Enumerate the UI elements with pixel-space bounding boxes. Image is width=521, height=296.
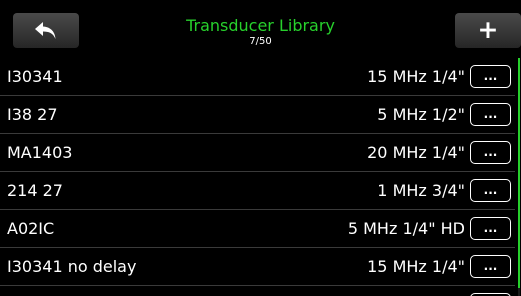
list-item[interactable]: MA1403 20 MHz 1/4" ... bbox=[0, 134, 515, 172]
list-item[interactable]: I30341 no delay 15 MHz 1/4" ... bbox=[0, 248, 515, 286]
transducer-library-screen: Transducer Library 7/50 + I30341 15 MHz … bbox=[0, 0, 521, 296]
add-transducer-button[interactable]: + bbox=[455, 13, 521, 48]
transducer-spec: 15 MHz 1/4" bbox=[367, 67, 465, 86]
scrollbar[interactable] bbox=[518, 58, 520, 296]
more-options-button[interactable]: ... bbox=[470, 141, 511, 164]
list-item[interactable]: I30341 15 MHz 1/4" ... bbox=[0, 58, 515, 96]
more-options-button[interactable]: ... bbox=[470, 255, 511, 278]
list-item[interactable]: 214 27 1 MHz 3/4" ... bbox=[0, 172, 515, 210]
transducer-list: I30341 15 MHz 1/4" ... I38 27 5 MHz 1/2"… bbox=[0, 58, 519, 286]
transducer-spec: 15 MHz 1/4" bbox=[367, 257, 465, 276]
transducer-name: 214 27 bbox=[7, 181, 63, 200]
ellipsis-icon: ... bbox=[483, 106, 498, 121]
plus-icon: + bbox=[477, 15, 499, 44]
more-options-button[interactable]: ... bbox=[470, 103, 511, 126]
more-options-button[interactable]: ... bbox=[470, 179, 511, 202]
header-bar: Transducer Library 7/50 + bbox=[0, 0, 521, 57]
ellipsis-icon: ... bbox=[483, 182, 498, 197]
ellipsis-icon: ... bbox=[483, 220, 498, 235]
more-options-button[interactable]: ... bbox=[470, 217, 511, 240]
ellipsis-icon: ... bbox=[483, 144, 498, 159]
transducer-name: I38 27 bbox=[7, 105, 58, 124]
ellipsis-icon: ... bbox=[483, 68, 498, 83]
list-item[interactable]: I38 27 5 MHz 1/2" ... bbox=[0, 96, 515, 134]
transducer-name: MA1403 bbox=[7, 143, 73, 162]
transducer-spec: 20 MHz 1/4" bbox=[367, 143, 465, 162]
scrollbar-thumb[interactable] bbox=[518, 58, 520, 288]
ellipsis-icon: ... bbox=[483, 258, 498, 273]
transducer-spec: 5 MHz 1/4" HD bbox=[347, 219, 465, 238]
transducer-name: I30341 no delay bbox=[7, 257, 137, 276]
more-options-button[interactable]: ... bbox=[470, 65, 511, 88]
transducer-spec: 5 MHz 1/2" bbox=[377, 105, 465, 124]
list-item[interactable]: A02IC 5 MHz 1/4" HD ... bbox=[0, 210, 515, 248]
transducer-name: A02IC bbox=[7, 219, 55, 238]
transducer-spec: 1 MHz 3/4" bbox=[377, 181, 465, 200]
page-title: Transducer Library bbox=[186, 16, 335, 35]
list-item-partial[interactable] bbox=[0, 286, 515, 296]
transducer-name: I30341 bbox=[7, 67, 63, 86]
item-counter: 7/50 bbox=[249, 36, 272, 47]
